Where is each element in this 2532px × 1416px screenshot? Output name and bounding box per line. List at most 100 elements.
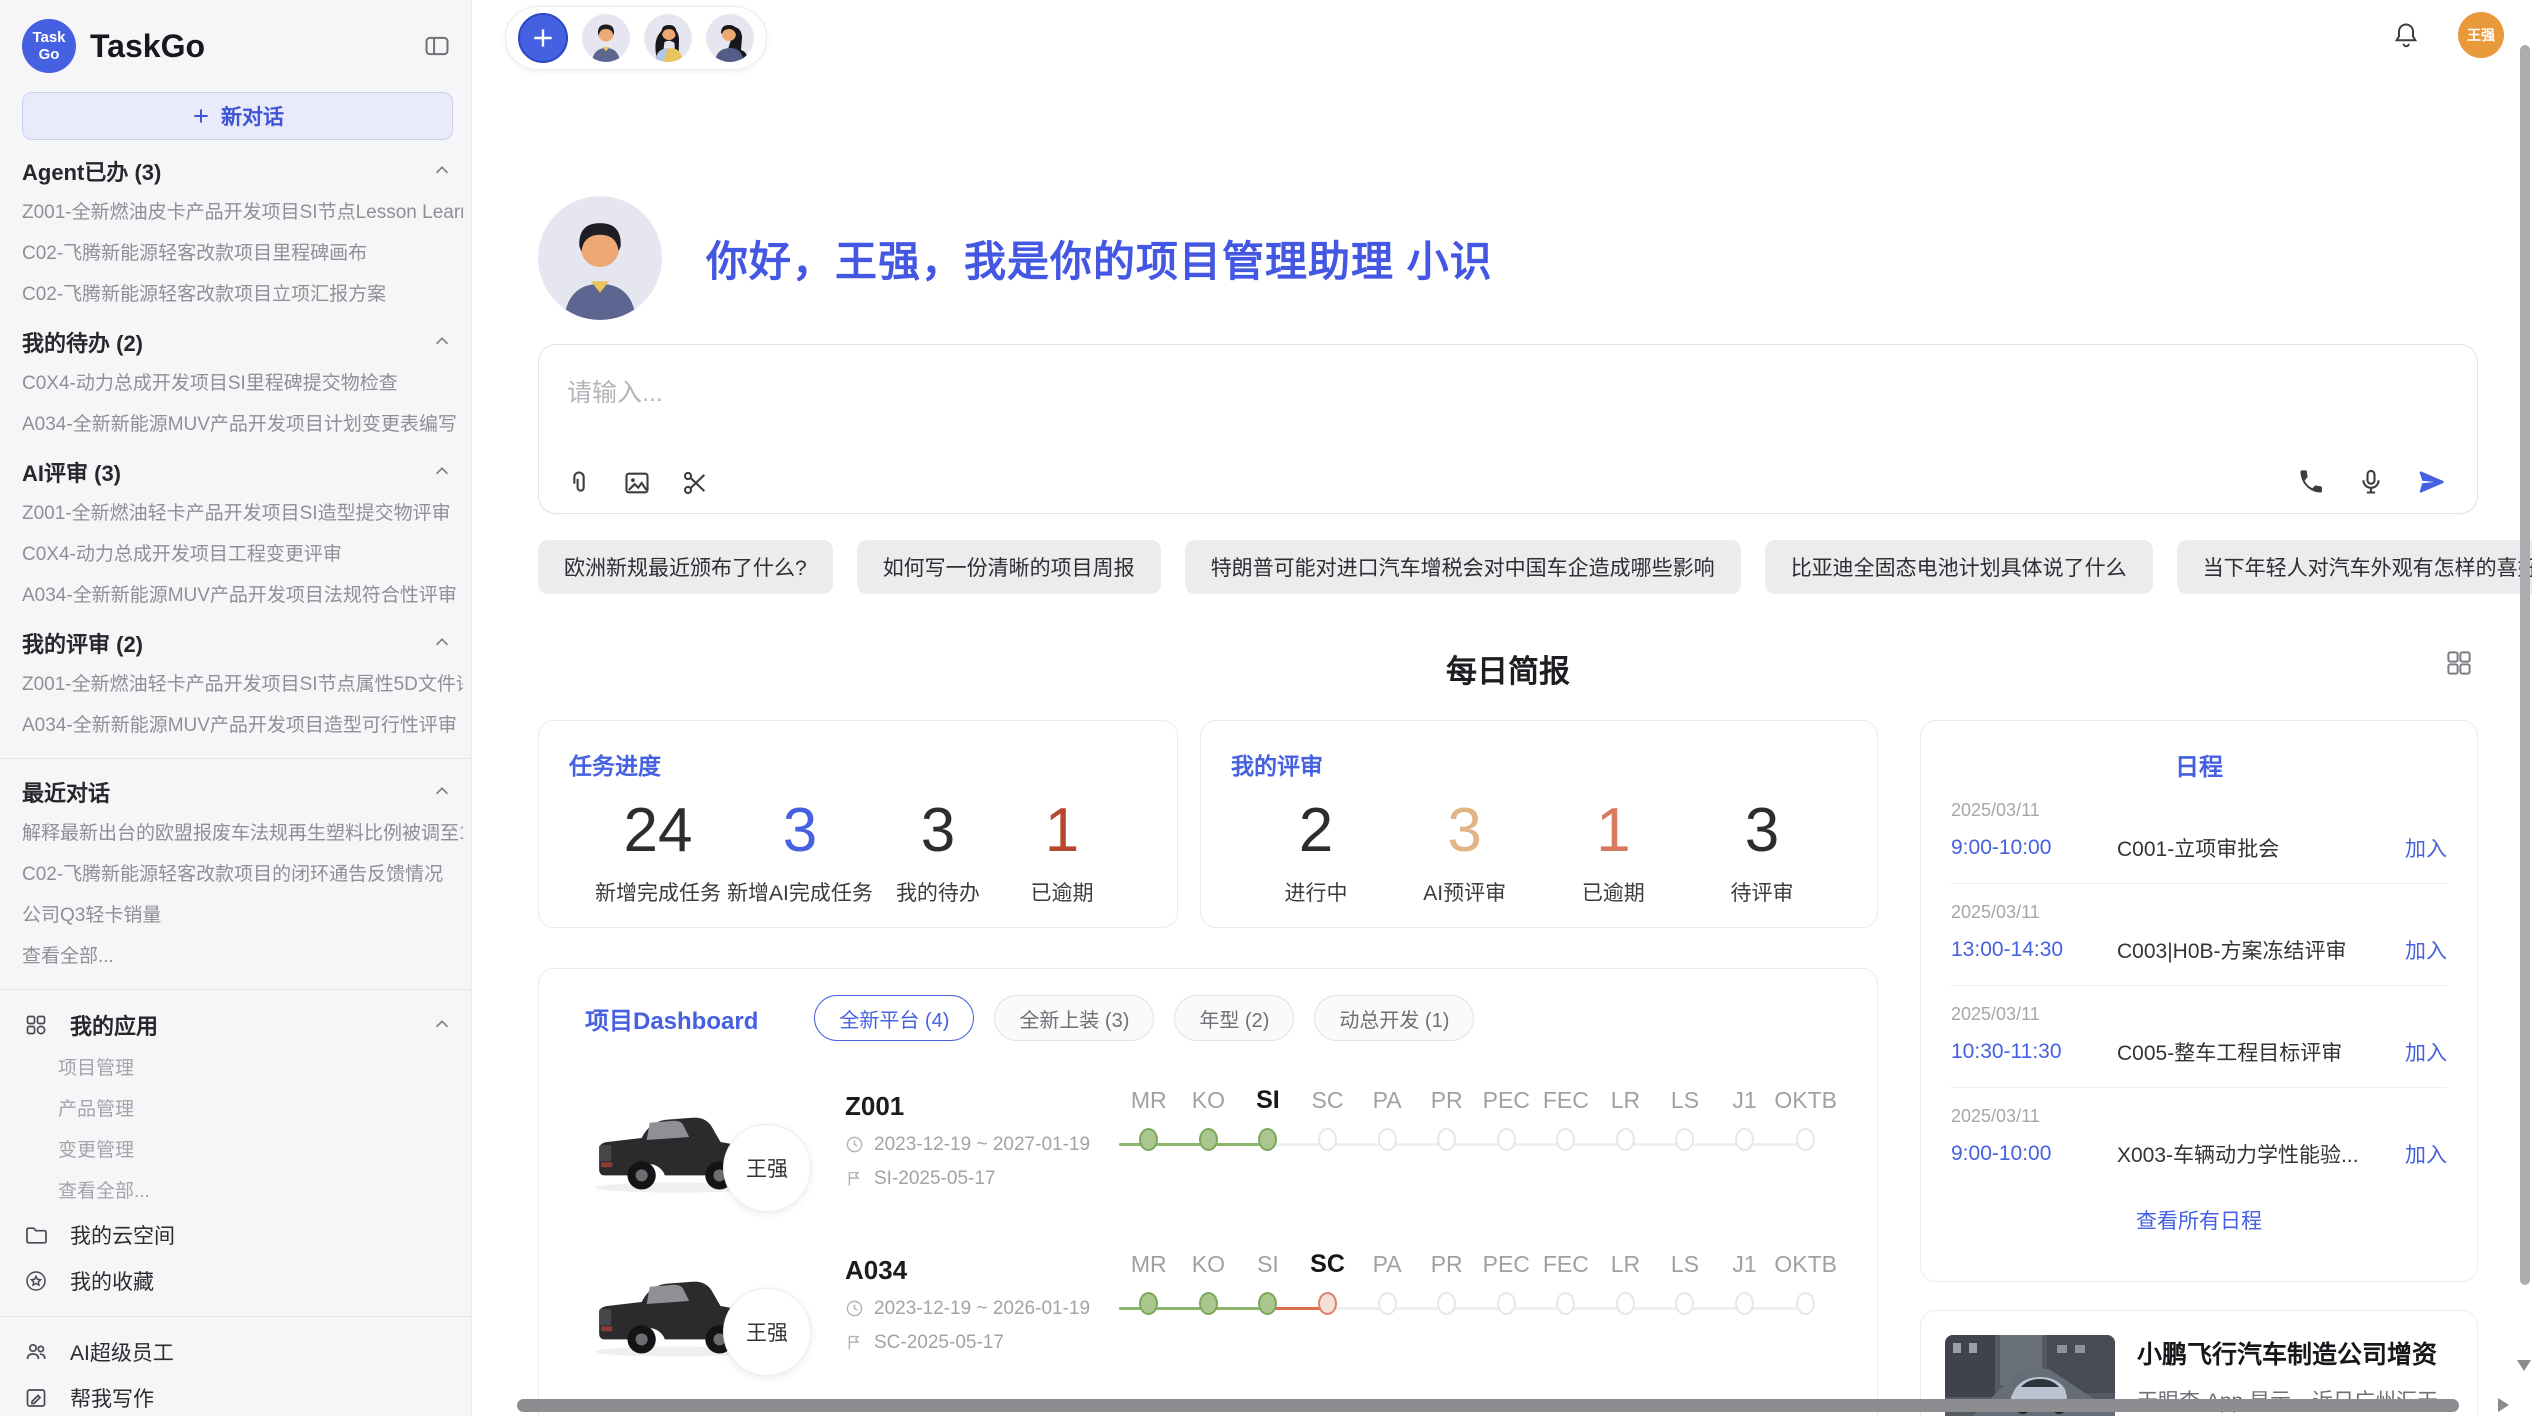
milestone-fec: FEC <box>1536 1246 1596 1362</box>
list-item[interactable]: Z001-全新燃油皮卡产品开发项目SI节点Lesson Learn报告 <box>22 192 463 233</box>
list-item[interactable]: C02-飞腾新能源轻客改款项目的闭环通告反馈情况 <box>22 854 463 895</box>
list-item[interactable]: C02-飞腾新能源轻客改款项目里程碑画布 <box>22 233 463 274</box>
agent-avatar[interactable] <box>644 14 692 62</box>
agent-avatar-bar <box>505 6 767 70</box>
sidebar-item-cloud-space[interactable]: 我的云空间 <box>24 1212 453 1258</box>
stat-ai-prereview: 3 AI预评审 <box>1406 797 1524 907</box>
view-all-chats[interactable]: 查看全部... <box>22 936 463 977</box>
chevron-up-icon[interactable] <box>431 632 453 654</box>
list-item[interactable]: Z001-全新燃油轻卡产品开发项目SI节点属性5D文件评审 <box>22 664 463 705</box>
section-agent-done[interactable]: Agent已办 (3) <box>22 150 453 192</box>
section-my-todo[interactable]: 我的待办 (2) <box>22 321 453 363</box>
flag-icon <box>845 1333 864 1352</box>
image-icon[interactable] <box>623 469 651 497</box>
suggestion-chip[interactable]: 当下年轻人对汽车外观有怎样的喜好趋势 <box>2177 540 2532 594</box>
schedule-time: 10:30-11:30 <box>1951 1040 2111 1064</box>
milestone-label: SI <box>1238 1082 1298 1118</box>
layout-grid-icon[interactable] <box>2444 648 2474 678</box>
list-item[interactable]: C0X4-动力总成开发项目工程变更评审 <box>22 534 463 575</box>
app-item-product-mgmt[interactable]: 产品管理 <box>58 1089 463 1130</box>
notification-bell-icon[interactable] <box>2392 21 2420 49</box>
join-button[interactable]: 加入 <box>2405 935 2447 965</box>
schedule-date: 2025/03/11 <box>1951 902 2447 923</box>
suggestion-chip[interactable]: 欧洲新规最近颁布了什么? <box>538 540 833 594</box>
microphone-icon[interactable] <box>2357 468 2385 496</box>
divider <box>0 989 471 990</box>
milestone-ls: LS <box>1655 1246 1715 1362</box>
milestone-dot <box>1378 1292 1397 1315</box>
chevron-up-icon[interactable] <box>431 331 453 353</box>
sidebar-item-favorites[interactable]: 我的收藏 <box>24 1258 453 1304</box>
list-item[interactable]: A034-全新新能源MUV产品开发项目造型可行性评审 <box>22 705 463 746</box>
view-all-schedule-link[interactable]: 查看所有日程 <box>1951 1205 2447 1235</box>
chevron-up-icon[interactable] <box>431 461 453 483</box>
daily-briefing-header: 每日简报 <box>538 646 2478 686</box>
section-title: 我的应用 <box>70 1009 158 1041</box>
chevron-up-icon[interactable] <box>431 1014 453 1036</box>
horizontal-scrollbar-thumb[interactable] <box>517 1399 2459 1412</box>
join-button[interactable]: 加入 <box>2405 1037 2447 1067</box>
chevron-up-icon[interactable] <box>431 160 453 182</box>
view-all-apps[interactable]: 查看全部... <box>58 1171 463 1212</box>
chevron-up-icon[interactable] <box>431 781 453 803</box>
list-item[interactable]: C0X4-动力总成开发项目SI里程碑提交物检查 <box>22 363 463 404</box>
project-owner-badge: 王强 <box>723 1124 811 1212</box>
project-row-a034[interactable]: 王强 A034 2023-12-19 ~ 2026-01-19 SC-2025-… <box>585 1239 1837 1369</box>
user-avatar[interactable]: 王强 <box>2458 12 2504 58</box>
list-item[interactable]: A034-全新新能源MUV产品开发项目法规符合性评审 <box>22 575 463 616</box>
section-my-apps[interactable]: 我的应用 <box>24 1002 453 1048</box>
milestone-oktb: OKTB <box>1774 1082 1837 1198</box>
new-chat-label: 新对话 <box>221 101 284 131</box>
sidebar-toggle-icon[interactable] <box>423 32 451 60</box>
add-agent-button[interactable] <box>518 13 568 63</box>
agent-avatar[interactable] <box>582 14 630 62</box>
join-button[interactable]: 加入 <box>2405 833 2447 863</box>
schedule-name: C005-整车工程目标评审 <box>2117 1037 2405 1067</box>
suggestion-chip[interactable]: 如何写一份清晰的项目周报 <box>857 540 1161 594</box>
tab-new-platform[interactable]: 全新平台 (4) <box>814 995 974 1041</box>
agent-avatar[interactable] <box>706 14 754 62</box>
tab-model-year[interactable]: 年型 (2) <box>1174 995 1294 1041</box>
schedule-item: 2025/03/11 10:30-11:30 C005-整车工程目标评审 加入 <box>1951 986 2447 1088</box>
scroll-right-arrow[interactable] <box>2498 1398 2516 1412</box>
tab-powertrain[interactable]: 动总开发 (1) <box>1314 995 1474 1041</box>
greeting-block: 你好，王强，我是你的项目管理助理 小识 <box>538 196 2478 320</box>
list-item[interactable]: A034-全新新能源MUV产品开发项目计划变更表编写 <box>22 404 463 445</box>
app-root: Task Go TaskGo 新对话 Agent已办 (3) Z001-全新燃油… <box>0 0 2532 1416</box>
paperclip-icon[interactable] <box>565 469 593 497</box>
section-recent-chats[interactable]: 最近对话 <box>22 771 453 813</box>
sidebar-item-label: 我的云空间 <box>70 1220 175 1250</box>
send-icon[interactable] <box>2417 467 2447 497</box>
list-item[interactable]: 公司Q3轻卡销量 <box>22 895 463 936</box>
sidebar-item-help-write[interactable]: 帮我写作 <box>24 1375 453 1416</box>
milestone-label: PEC <box>1476 1246 1536 1282</box>
new-chat-button[interactable]: 新对话 <box>22 92 453 140</box>
scissors-icon[interactable] <box>681 469 709 497</box>
milestone-pr: PR <box>1417 1246 1477 1362</box>
project-image: 王强 <box>585 1248 771 1360</box>
section-title: AI评审 (3) <box>22 456 121 488</box>
vertical-scrollbar-thumb[interactable] <box>2520 45 2530 1285</box>
section-my-review[interactable]: 我的评审 (2) <box>22 622 453 664</box>
stat-in-progress: 2 进行中 <box>1257 797 1375 907</box>
suggestion-chip[interactable]: 比亚迪全固态电池计划具体说了什么 <box>1765 540 2153 594</box>
project-row-z001[interactable]: 王强 Z001 2023-12-19 ~ 2027-01-19 SI-2025-… <box>585 1075 1837 1205</box>
phone-icon[interactable] <box>2297 468 2325 496</box>
chat-input-card[interactable] <box>538 344 2478 514</box>
tab-new-body[interactable]: 全新上装 (3) <box>994 995 1154 1041</box>
list-item[interactable]: 解释最新出台的欧盟报废车法规再生塑料比例被调至15%... <box>22 813 463 854</box>
sidebar-item-ai-employee[interactable]: AI超级员工 <box>24 1329 453 1375</box>
list-item[interactable]: Z001-全新燃油轻卡产品开发项目SI造型提交物评审 <box>22 493 463 534</box>
write-icon <box>24 1386 48 1410</box>
sidebar-item-label: AI超级员工 <box>70 1337 174 1367</box>
app-logo: Task Go <box>22 19 76 73</box>
section-ai-review[interactable]: AI评审 (3) <box>22 451 453 493</box>
list-item[interactable]: C02-飞腾新能源轻客改款项目立项汇报方案 <box>22 274 463 315</box>
project-dates: 2023-12-19 ~ 2027-01-19 <box>845 1134 1095 1156</box>
join-button[interactable]: 加入 <box>2405 1139 2447 1169</box>
scroll-down-arrow[interactable] <box>2517 1360 2531 1378</box>
app-item-change-mgmt[interactable]: 变更管理 <box>58 1130 463 1171</box>
chat-input[interactable] <box>567 379 2449 408</box>
app-item-project-mgmt[interactable]: 项目管理 <box>58 1048 463 1089</box>
suggestion-chip[interactable]: 特朗普可能对进口汽车增税会对中国车企造成哪些影响 <box>1185 540 1741 594</box>
